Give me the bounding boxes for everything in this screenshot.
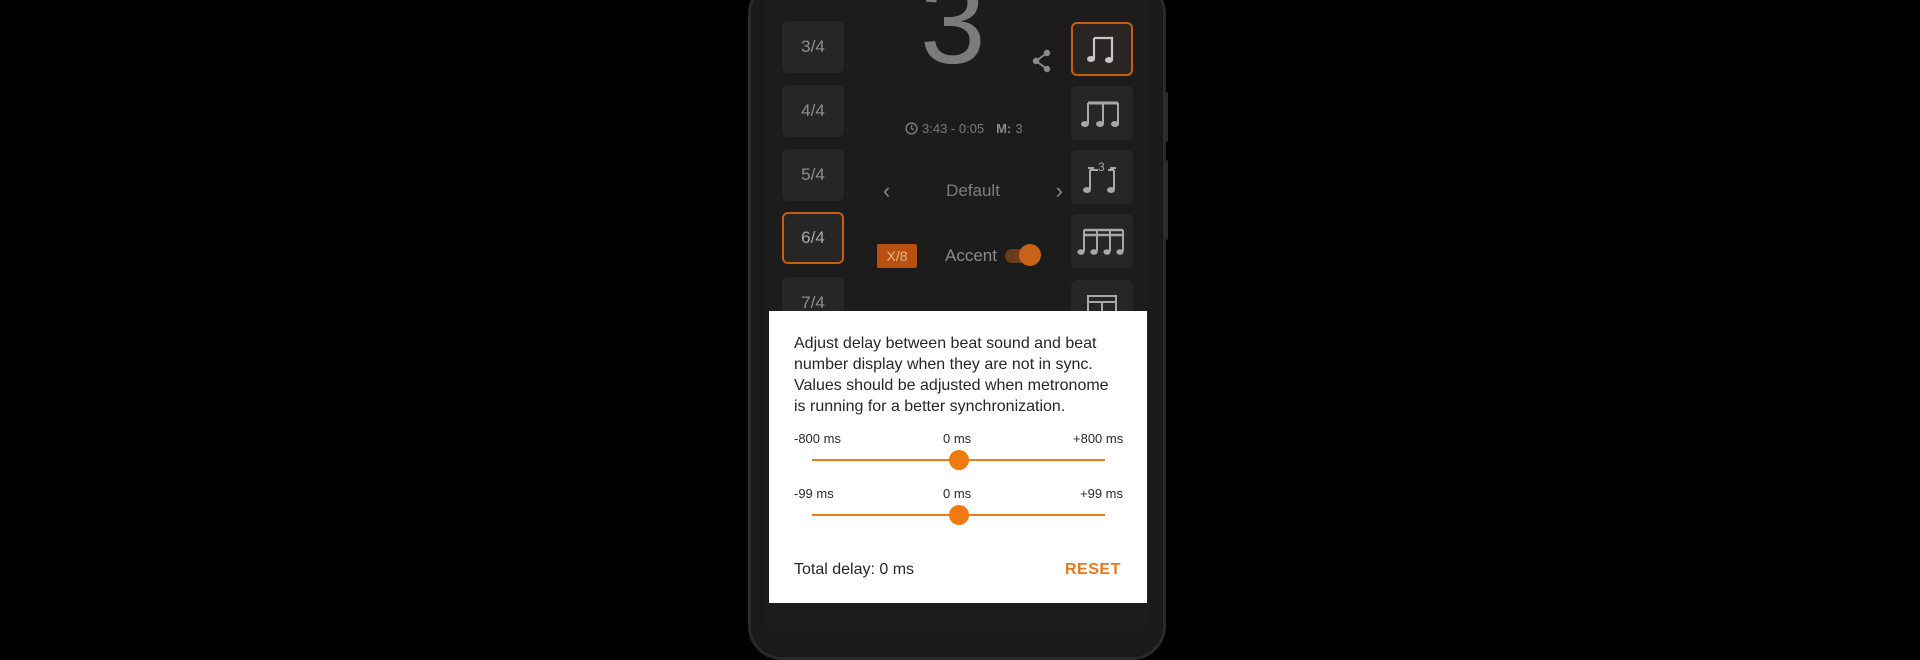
coarse-delay-slider[interactable] [812, 450, 1105, 470]
x8-button[interactable]: X/8 [877, 244, 917, 268]
eighth-notes-icon [1081, 101, 1119, 127]
measure-value: 3 [1015, 121, 1023, 136]
slider2-min-label: -99 ms [794, 486, 834, 501]
quarter-note-icon [1087, 36, 1114, 63]
slider1-min-label: -800 ms [794, 431, 841, 446]
time-signature-5-4[interactable]: 5/4 [782, 149, 844, 201]
slider1-max-label: +800 ms [1073, 431, 1124, 446]
timer-text: 3:43 - 0:05 [922, 121, 985, 136]
slider2-max-label: +99 ms [1080, 486, 1123, 501]
slider2-value-label: 0 ms [943, 486, 972, 501]
next-preset-icon[interactable]: › [1056, 178, 1063, 204]
preset-selector: ‹ Default › [883, 178, 1063, 204]
time-signature-4-4[interactable]: 4/4 [782, 85, 844, 137]
clock-icon [905, 122, 918, 135]
slider-thumb[interactable] [948, 450, 969, 470]
triplet-icon: 3 [1083, 160, 1116, 193]
time-signature-3-4[interactable]: 3/4 [782, 21, 844, 73]
time-signature-6-4[interactable]: 6/4 [782, 212, 844, 264]
measure-label: M: [996, 121, 1012, 136]
quarter-note-button[interactable] [1071, 22, 1133, 76]
beat-number-display: 3 [920, 0, 986, 89]
share-icon[interactable] [1031, 48, 1053, 74]
reset-button[interactable]: RESET [1065, 561, 1121, 579]
eighth-notes-button[interactable] [1071, 86, 1133, 140]
slider-thumb[interactable] [948, 505, 969, 525]
fine-delay-slider[interactable] [812, 505, 1105, 525]
slider1-value-label: 0 ms [943, 431, 972, 446]
triplet-button[interactable]: 3 [1071, 150, 1133, 204]
sixteenth-notes-button[interactable] [1071, 214, 1133, 268]
phone-side-button [1163, 160, 1168, 240]
previous-preset-icon[interactable]: ‹ [883, 178, 890, 204]
phone-side-button [1163, 92, 1168, 142]
dialog-message: Adjust delay between beat sound and beat… [794, 335, 1109, 415]
accent-label: Accent [945, 246, 997, 265]
sixteenth-notes-icon [1077, 228, 1124, 255]
sync-delay-dialog: Adjust delay between beat sound and beat… [769, 311, 1147, 603]
total-delay-text: Total delay: 0 ms [794, 561, 915, 578]
session-timer: 3:43 - 0:05 M: 3 [905, 121, 1023, 136]
preset-name[interactable]: Default [946, 181, 1000, 201]
svg-text:3: 3 [1098, 160, 1105, 174]
accent-toggle[interactable] [1005, 244, 1041, 266]
